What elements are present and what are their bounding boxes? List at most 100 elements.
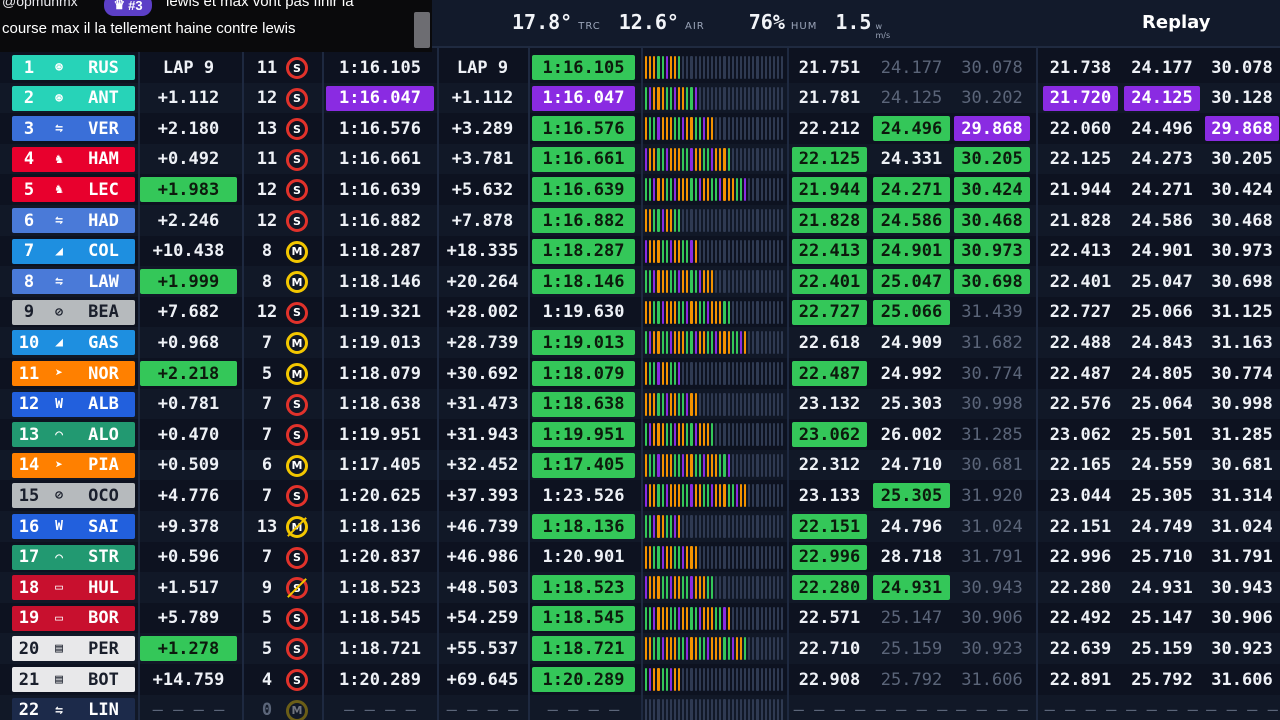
- driver-badge[interactable]: 12 W ALB: [12, 391, 135, 417]
- s3-cell: 31.682: [961, 332, 1023, 353]
- gap-cell: +1.517: [157, 577, 220, 598]
- driver-badge[interactable]: 6 ⇋ HAD: [12, 208, 135, 233]
- soft-tyre-icon: S: [286, 118, 308, 141]
- table-row[interactable]: 15 ⊘ OCO 7 S +4.776 1:20.625 +37.393 1:23.526 23.…: [0, 480, 1280, 511]
- best-cell: 1:17.405: [339, 455, 421, 476]
- b3-cell: 30.973: [1211, 241, 1273, 262]
- table-row[interactable]: 5 ♞ LEC 12 S +1.983 1:16.639 +5.632 1:16.639 21.9…: [0, 174, 1280, 205]
- best-cell: 1:20.625: [339, 485, 421, 506]
- gap-cell: +0.509: [157, 455, 220, 476]
- column-divider: [1036, 48, 1038, 720]
- table-row[interactable]: 7 ◢ COL 8 M +10.438 1:18.287 +18.335 1:18.287 22.…: [0, 236, 1280, 267]
- s1-cell: 22.727: [792, 299, 867, 325]
- soft-tyre-icon: S: [286, 87, 308, 110]
- driver-badge[interactable]: 13 ⌒ ALO: [12, 422, 135, 448]
- s3-cell: 29.868: [954, 116, 1030, 142]
- driver-badge[interactable]: 3 ⇋ VER: [12, 116, 135, 142]
- soft-tyre-icon: S: [286, 210, 308, 232]
- s3-cell: 30.698: [954, 269, 1030, 295]
- table-row[interactable]: 11 ➤ NOR 5 M +2.218 1:18.079 +30.692 1:18.079 22.…: [0, 358, 1280, 389]
- tyre-laps: 12: [256, 210, 278, 231]
- int-cell: +31.473: [446, 394, 519, 415]
- soft-tyre-icon: S: [286, 179, 308, 202]
- s1-cell: 22.908: [798, 669, 861, 690]
- mclaren-icon: ➤: [55, 457, 63, 473]
- table-row[interactable]: 12 W ALB 7 S +0.781 1:18.638 +31.473 1:18.638 23.…: [0, 388, 1280, 420]
- driver-badge[interactable]: 11 ➤ NOR: [12, 361, 135, 386]
- table-row[interactable]: 6 ⇋ HAD 12 S +2.246 1:16.882 +7.878 1:16.882 21.8…: [0, 205, 1280, 236]
- driver-badge[interactable]: 8 ⇋ LAW: [12, 269, 135, 295]
- s3-cell: 30.973: [954, 238, 1030, 264]
- table-row[interactable]: 13 ⌒ ALO 7 S +0.470 1:19.951 +31.943 1:19.951 23.…: [0, 419, 1280, 450]
- driver-badge[interactable]: 5 ♞ LEC: [12, 177, 135, 203]
- b2-cell: 24.273: [1131, 149, 1193, 170]
- b3-cell: – – – –: [1206, 700, 1278, 720]
- soft-tyre-icon: S: [286, 638, 308, 661]
- table-row[interactable]: 4 ♞ HAM 11 S +0.492 1:16.661 +3.781 1:16.661 22.1…: [0, 143, 1280, 175]
- table-row[interactable]: 16 W SAI 13 M +9.378 1:18.136 +46.739 1:18.136 22…: [0, 511, 1280, 542]
- driver-badge[interactable]: 18 ▭ HUL: [12, 575, 135, 601]
- table-row[interactable]: 21 ▤ BOT 4 S +14.759 1:20.289 +69.645 1:20.289 22…: [0, 664, 1280, 695]
- driver-badge[interactable]: 16 W SAI: [12, 514, 135, 539]
- air-temp: 12.6°: [618, 10, 679, 34]
- driver-badge[interactable]: 2 ⊛ ANT: [12, 85, 135, 111]
- table-row[interactable]: 17 ⌒ STR 7 S +0.596 1:20.837 +46.986 1:20.901 22.…: [0, 542, 1280, 573]
- int-cell: +31.943: [446, 424, 519, 445]
- int-cell: +20.264: [446, 271, 519, 292]
- driver-badge[interactable]: 1 ⊛ RUS: [12, 55, 135, 80]
- driver-badge[interactable]: 10 ◢ GAS: [12, 330, 135, 356]
- driver-code: HAM: [88, 149, 119, 170]
- last-cell: 1:17.405: [532, 452, 635, 478]
- driver-badge[interactable]: 19 ▭ BOR: [12, 605, 135, 631]
- table-row[interactable]: 14 ➤ PIA 6 M +0.509 1:17.405 +32.452 1:17.405 22.…: [0, 449, 1280, 481]
- driver-badge[interactable]: 4 ♞ HAM: [12, 146, 135, 172]
- b2-cell: 25.792: [1131, 669, 1193, 690]
- driver-badge[interactable]: 14 ➤ PIA: [12, 452, 135, 478]
- s3-cell: 30.205: [954, 146, 1030, 172]
- tyre-laps: 5: [261, 638, 273, 659]
- table-row[interactable]: 3 ⇋ VER 13 S +2.180 1:16.576 +3.289 1:16.576 22.2…: [0, 113, 1280, 144]
- haas-icon: ⊘: [55, 488, 63, 504]
- s1-cell: 21.944: [792, 177, 867, 203]
- table-row[interactable]: 10 ◢ GAS 7 M +0.968 1:19.013 +28.739 1:19.013 22.…: [0, 327, 1280, 358]
- mini-sectors: [645, 484, 784, 508]
- table-row[interactable]: 8 ⇋ LAW 8 M +1.999 1:18.146 +20.264 1:18.146 22.4…: [0, 266, 1280, 297]
- driver-badge[interactable]: 17 ⌒ STR: [12, 544, 135, 570]
- driver-position: 18: [18, 577, 40, 598]
- tyre-laps: 12: [256, 88, 278, 109]
- table-row[interactable]: 19 ▭ BOR 5 S +5.789 1:18.545 +54.259 1:18.545 22.…: [0, 603, 1280, 634]
- driver-badge[interactable]: 7 ◢ COL: [12, 238, 135, 264]
- track-temp: 17.8°: [512, 10, 573, 34]
- table-row[interactable]: 2 ⊛ ANT 12 S +1.112 1:16.047 +1.112 1:16.047 21.7…: [0, 82, 1280, 114]
- aston-icon: ⌒: [55, 549, 63, 565]
- driver-code: NOR: [88, 363, 119, 384]
- b3-cell: 29.868: [1205, 116, 1279, 142]
- int-cell: +46.986: [446, 547, 519, 568]
- best-cell: 1:18.146: [339, 271, 421, 292]
- table-row[interactable]: 9 ⊘ BEA 12 S +7.682 1:19.321 +28.002 1:19.630 22.…: [0, 297, 1280, 328]
- s3-cell: 31.606: [961, 669, 1023, 690]
- driver-badge[interactable]: 21 ▤ BOT: [12, 667, 135, 692]
- last-cell: 1:16.882: [532, 208, 635, 233]
- table-row[interactable]: 1 ⊛ RUS 11 S LAP 9 1:16.105 LAP 9 1:16.105 21.751…: [0, 52, 1280, 83]
- mercedes-icon: ⊛: [55, 60, 63, 75]
- driver-badge[interactable]: 20 ▤ PER: [12, 636, 135, 662]
- table-row[interactable]: 18 ▭ HUL 9 S +1.517 1:18.523 +48.503 1:18.523 22.…: [0, 572, 1280, 603]
- replay-button[interactable]: Replay: [1142, 12, 1210, 33]
- s1-cell: 22.151: [792, 514, 867, 539]
- wind-speed: 1.5: [835, 10, 872, 34]
- b1-cell: 22.125: [1049, 149, 1112, 170]
- mini-sectors: [645, 117, 784, 141]
- table-row[interactable]: 20 ▤ PER 5 S +1.278 1:18.721 +55.537 1:18.721 22.…: [0, 633, 1280, 664]
- table-row[interactable]: 22 ⇋ LIN 0 M – – – – – – – – – – – – – – – – – – …: [0, 694, 1280, 720]
- driver-badge[interactable]: 15 ⊘ OCO: [12, 483, 135, 509]
- b2-cell: 24.749: [1131, 516, 1193, 537]
- s2-cell: 24.125: [880, 88, 943, 109]
- ferrari-icon: ♞: [55, 182, 63, 198]
- driver-badge[interactable]: 9 ⊘ BEA: [12, 299, 135, 325]
- s3-cell: 30.906: [961, 608, 1023, 629]
- driver-badge[interactable]: 22 ⇋ LIN: [12, 697, 135, 720]
- chat-scrollbar[interactable]: [414, 12, 430, 48]
- s2-cell: 24.177: [880, 57, 943, 78]
- williams-icon: W: [55, 396, 63, 412]
